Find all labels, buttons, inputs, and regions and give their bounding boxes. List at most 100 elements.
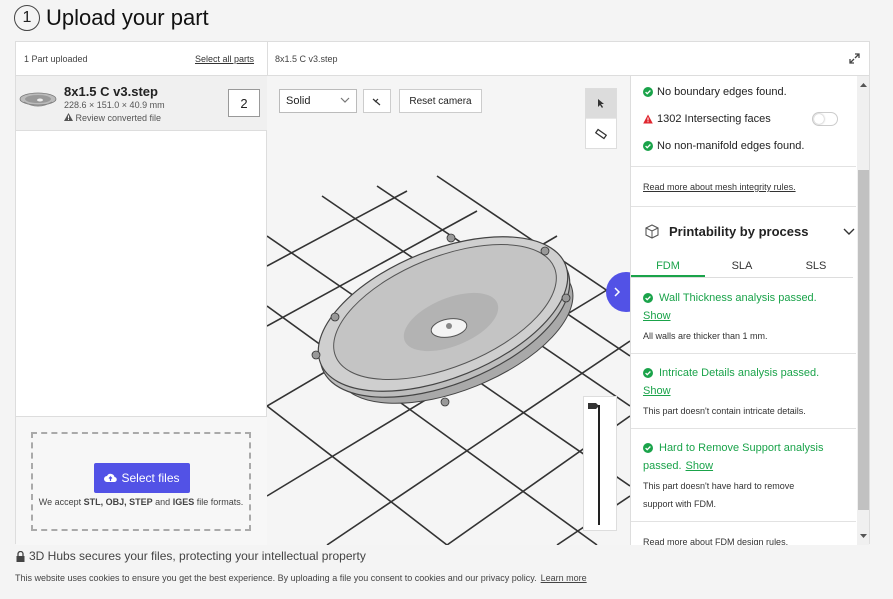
part-name: 8x1.5 C v3.step (64, 84, 158, 99)
analysis-result-desc: This part doesn't have hard to remove (643, 481, 795, 491)
part-thumbnail (19, 92, 57, 107)
parts-topbar: 1 Part uploaded Select all parts 8x1.5 C… (16, 42, 869, 76)
file-dropzone[interactable]: Select files We accept STL, OBJ, STEP an… (31, 432, 251, 531)
reset-camera-button[interactable]: Reset camera (399, 89, 482, 113)
measure-tool-button[interactable] (586, 119, 616, 148)
integrity-check-text: No boundary edges found. (657, 86, 787, 98)
analysis-result-title: Intricate Details analysis passed. (643, 367, 819, 379)
accept-prefix: We accept (38, 497, 84, 507)
integrity-check-text: No non-manifold edges found. (657, 140, 805, 152)
check-circle-icon (643, 443, 653, 453)
select-tool-button[interactable] (586, 89, 616, 118)
scroll-up-icon[interactable] (857, 80, 869, 90)
slider-track[interactable] (584, 397, 618, 532)
eye-off-icon (372, 98, 381, 106)
step-number: 1 (14, 5, 40, 31)
viewer-tools (585, 88, 617, 149)
upload-panel: 1 Part uploaded Select all parts 8x1.5 C… (15, 41, 870, 545)
check-circle-icon (643, 368, 653, 378)
fdm-rules-link[interactable]: Read more about FDM design rules. (643, 537, 788, 545)
analysis-result-desc: support with FDM. (643, 499, 717, 509)
chevron-down-icon (340, 97, 350, 103)
tab-sls[interactable]: SLS (779, 256, 853, 277)
accept-format-last: IGES (172, 497, 195, 507)
analysis-result-desc: This part doesn't contain intricate deta… (643, 406, 806, 416)
cloud-upload-icon (104, 473, 118, 483)
render-mode-select[interactable]: Solid (279, 89, 357, 113)
page-title: Upload your part (46, 5, 209, 30)
scrollbar-thumb[interactable] (858, 170, 869, 510)
review-label: Review converted file (75, 113, 162, 123)
expand-icon[interactable] (849, 53, 860, 64)
select-files-button[interactable]: Select files (94, 463, 190, 493)
upload-area: Select files We accept STL, OBJ, STEP an… (16, 416, 267, 545)
security-text: 3D Hubs secures your files, protecting y… (29, 549, 366, 563)
next-panel-button[interactable] (606, 272, 630, 312)
panel-scrollbar[interactable] (857, 76, 869, 545)
section-slider[interactable] (583, 396, 617, 531)
result-title-text: Hard to Remove Support analysis (659, 442, 824, 454)
integrity-check: No boundary edges found. (643, 86, 787, 98)
viewer-filename: 8x1.5 C v3.step (275, 54, 338, 64)
divider (631, 521, 856, 522)
result-title-text: Intricate Details analysis passed. (659, 367, 820, 379)
3d-model-scene[interactable] (267, 76, 630, 545)
show-intricate-details-link[interactable]: Show (643, 385, 671, 397)
step-header: 1 Upload your part (14, 4, 209, 32)
ruler-icon (595, 128, 607, 139)
integrity-check: 1302 Intersecting faces (643, 113, 771, 125)
integrity-check-text: 1302 Intersecting faces (657, 113, 771, 125)
topbar-divider (267, 42, 268, 76)
security-note: 3D Hubs secures your files, protecting y… (16, 549, 366, 563)
warning-icon (643, 114, 653, 124)
accept-and: and (152, 497, 173, 507)
analysis-panel: No boundary edges found. 1302 Intersecti… (630, 76, 869, 545)
printability-title: Printability by process (669, 223, 809, 239)
review-converted-file[interactable]: Review converted file (64, 113, 161, 123)
check-circle-icon (643, 293, 653, 303)
chevron-down-icon (843, 228, 855, 235)
printer-icon (645, 224, 659, 239)
select-files-label: Select files (121, 471, 180, 485)
process-tabs: FDM SLA SLS (631, 256, 853, 278)
parts-count: 1 Part uploaded (24, 54, 88, 64)
scroll-down-icon[interactable] (857, 531, 869, 541)
result-title-text: Wall Thickness analysis passed. (659, 292, 817, 304)
cookie-notice: This website uses cookies to ensure you … (15, 573, 587, 583)
integrity-check: No non-manifold edges found. (643, 140, 804, 152)
analysis-result-desc: All walls are thicker than 1 mm. (643, 331, 768, 341)
analysis-result-title: Hard to Remove Support analysis (643, 442, 823, 454)
hide-button[interactable] (363, 89, 391, 113)
printability-header[interactable]: Printability by process (643, 219, 856, 243)
cursor-icon (598, 99, 604, 108)
check-circle-icon (643, 141, 653, 151)
check-circle-icon (643, 87, 653, 97)
accept-formats: STL, OBJ, STEP (83, 497, 153, 507)
parts-list: 8x1.5 C v3.step 228.6 × 151.0 × 40.9 mm … (16, 76, 267, 545)
show-intersecting-toggle[interactable] (812, 112, 838, 126)
warning-icon (64, 113, 73, 121)
divider (631, 206, 856, 207)
chevron-right-icon (614, 287, 621, 297)
select-all-parts-link[interactable]: Select all parts (195, 54, 254, 64)
quantity-input[interactable]: 2 (228, 89, 260, 117)
analysis-result-title: Wall Thickness analysis passed. (643, 292, 817, 304)
part-dimensions: 228.6 × 151.0 × 40.9 mm (64, 100, 165, 110)
mesh-rules-link[interactable]: Read more about mesh integrity rules. (643, 182, 796, 192)
show-wall-thickness-link[interactable]: Show (643, 310, 671, 322)
result-title-text: passed. (643, 460, 682, 472)
divider (631, 428, 856, 429)
accept-suffix: file formats. (194, 497, 244, 507)
show-support-link[interactable]: Show (686, 460, 714, 472)
tab-sla[interactable]: SLA (705, 256, 779, 277)
part-list-item[interactable]: 8x1.5 C v3.step 228.6 × 151.0 × 40.9 mm … (16, 76, 267, 131)
analysis-result-title-cont: passed. Show (643, 460, 713, 472)
accepted-formats: We accept STL, OBJ, STEP and IGES file f… (33, 497, 249, 507)
cookie-text: This website uses cookies to ensure you … (15, 573, 537, 583)
learn-more-link[interactable]: Learn more (541, 573, 587, 583)
divider (631, 353, 856, 354)
toggle-knob (814, 114, 824, 124)
3d-viewer[interactable]: Solid Reset camera (267, 76, 630, 545)
render-mode-value: Solid (286, 95, 311, 107)
tab-fdm[interactable]: FDM (631, 256, 705, 277)
